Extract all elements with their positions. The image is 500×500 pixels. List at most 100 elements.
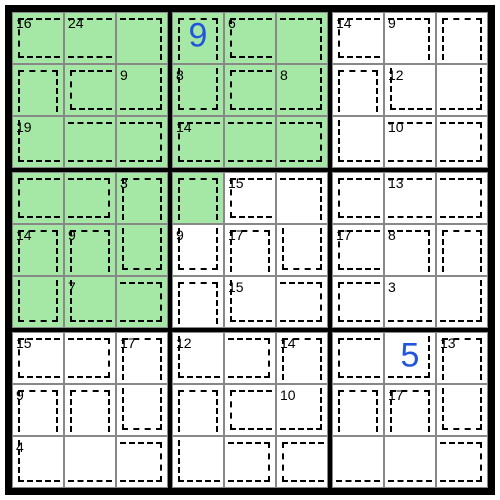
cell-7-1[interactable] bbox=[64, 384, 116, 436]
cage-border bbox=[440, 442, 482, 482]
cage-border bbox=[440, 178, 482, 218]
killer-sudoku-board: 1624919968814149121031497159171513178315… bbox=[5, 5, 495, 495]
cell-3-2[interactable]: 3 bbox=[116, 172, 168, 224]
cell-3-8[interactable] bbox=[436, 172, 488, 224]
cage-border bbox=[122, 178, 162, 220]
cell-0-0[interactable]: 16 bbox=[12, 12, 64, 64]
cage-sum-label: 15 bbox=[228, 279, 244, 295]
cell-7-8[interactable] bbox=[436, 384, 488, 436]
cell-2-2[interactable] bbox=[116, 116, 168, 168]
cell-3-5[interactable] bbox=[276, 172, 328, 224]
cell-4-1[interactable]: 9 bbox=[64, 224, 116, 276]
cell-5-5[interactable] bbox=[276, 276, 328, 328]
cell-6-1[interactable] bbox=[64, 332, 116, 384]
cell-0-8[interactable] bbox=[436, 12, 488, 64]
cell-4-7[interactable]: 8 bbox=[384, 224, 436, 276]
cage-border bbox=[282, 228, 322, 270]
cell-7-0[interactable]: 9 bbox=[12, 384, 64, 436]
cell-2-6[interactable] bbox=[332, 116, 384, 168]
cell-5-0[interactable] bbox=[12, 276, 64, 328]
cell-4-6[interactable]: 17 bbox=[332, 224, 384, 276]
cell-2-8[interactable] bbox=[436, 116, 488, 168]
cell-0-7[interactable]: 9 bbox=[384, 12, 436, 64]
cell-8-1[interactable] bbox=[64, 436, 116, 488]
cell-2-5[interactable] bbox=[276, 116, 328, 168]
cell-2-1[interactable] bbox=[64, 116, 116, 168]
cell-8-5[interactable] bbox=[276, 436, 328, 488]
cell-1-5[interactable]: 8 bbox=[276, 64, 328, 116]
cell-6-8[interactable]: 13 bbox=[436, 332, 488, 384]
cell-4-2[interactable] bbox=[116, 224, 168, 276]
cell-4-5[interactable] bbox=[276, 224, 328, 276]
cell-3-7[interactable]: 13 bbox=[384, 172, 436, 224]
cell-5-6[interactable] bbox=[332, 276, 384, 328]
cell-2-0[interactable]: 19 bbox=[12, 116, 64, 168]
cell-7-2[interactable] bbox=[116, 384, 168, 436]
cell-3-4[interactable]: 15 bbox=[224, 172, 276, 224]
cell-8-3[interactable] bbox=[172, 436, 224, 488]
cell-5-4[interactable]: 15 bbox=[224, 276, 276, 328]
cell-8-4[interactable] bbox=[224, 436, 276, 488]
cell-3-0[interactable] bbox=[12, 172, 64, 224]
cage-sum-label: 17 bbox=[228, 227, 244, 243]
cell-4-3[interactable]: 9 bbox=[172, 224, 224, 276]
cell-0-4[interactable]: 6 bbox=[224, 12, 276, 64]
cell-1-1[interactable] bbox=[64, 64, 116, 116]
cage-sum-label: 9 bbox=[68, 227, 76, 243]
cell-2-7[interactable]: 10 bbox=[384, 116, 436, 168]
cell-6-4[interactable] bbox=[224, 332, 276, 384]
cage-border bbox=[178, 228, 218, 270]
cell-1-6[interactable] bbox=[332, 64, 384, 116]
cell-0-2[interactable] bbox=[116, 12, 168, 64]
cell-7-5[interactable]: 10 bbox=[276, 384, 328, 436]
cell-4-8[interactable] bbox=[436, 224, 488, 276]
cell-6-7[interactable]: 5 bbox=[384, 332, 436, 384]
cell-8-7[interactable] bbox=[384, 436, 436, 488]
cell-0-6[interactable]: 14 bbox=[332, 12, 384, 64]
cell-6-2[interactable]: 17 bbox=[116, 332, 168, 384]
cell-6-3[interactable]: 12 bbox=[172, 332, 224, 384]
cell-7-7[interactable]: 17 bbox=[384, 384, 436, 436]
cell-7-4[interactable] bbox=[224, 384, 276, 436]
cage-sum-label: 9 bbox=[120, 67, 128, 83]
cell-6-0[interactable]: 15 bbox=[12, 332, 64, 384]
cell-8-2[interactable] bbox=[116, 436, 168, 488]
cell-8-0[interactable]: 4 bbox=[12, 436, 64, 488]
cell-5-2[interactable] bbox=[116, 276, 168, 328]
cell-1-0[interactable] bbox=[12, 64, 64, 116]
cell-1-8[interactable] bbox=[436, 64, 488, 116]
cage-sum-label: 19 bbox=[16, 119, 32, 135]
cell-5-7[interactable]: 3 bbox=[384, 276, 436, 328]
cell-4-0[interactable]: 14 bbox=[12, 224, 64, 276]
cage-sum-label: 9 bbox=[16, 387, 24, 403]
cell-2-3[interactable]: 14 bbox=[172, 116, 224, 168]
cell-8-6[interactable] bbox=[332, 436, 384, 488]
cell-1-3[interactable]: 8 bbox=[172, 64, 224, 116]
cell-7-6[interactable] bbox=[332, 384, 384, 436]
cell-0-1[interactable]: 24 bbox=[64, 12, 116, 64]
cage-border bbox=[442, 230, 482, 272]
cell-2-4[interactable] bbox=[224, 116, 276, 168]
cell-5-8[interactable] bbox=[436, 276, 488, 328]
cell-0-5[interactable] bbox=[276, 12, 328, 64]
cell-5-1[interactable]: 7 bbox=[64, 276, 116, 328]
cage-border bbox=[18, 178, 60, 218]
cage-border bbox=[230, 390, 272, 430]
cell-1-4[interactable] bbox=[224, 64, 276, 116]
cell-7-3[interactable] bbox=[172, 384, 224, 436]
cage-border bbox=[338, 390, 378, 432]
cell-8-8[interactable] bbox=[436, 436, 488, 488]
cell-0-3[interactable]: 9 bbox=[172, 12, 224, 64]
cell-3-6[interactable] bbox=[332, 172, 384, 224]
cell-3-1[interactable] bbox=[64, 172, 116, 224]
cell-6-5[interactable]: 14 bbox=[276, 332, 328, 384]
cell-6-6[interactable] bbox=[332, 332, 384, 384]
cage-sum-label: 24 bbox=[68, 15, 84, 31]
cell-1-2[interactable]: 9 bbox=[116, 64, 168, 116]
cell-3-3[interactable] bbox=[172, 172, 224, 224]
cage-border bbox=[228, 442, 270, 482]
cell-4-4[interactable]: 17 bbox=[224, 224, 276, 276]
cell-1-7[interactable]: 12 bbox=[384, 64, 436, 116]
cell-5-3[interactable] bbox=[172, 276, 224, 328]
cage-border bbox=[388, 440, 432, 482]
